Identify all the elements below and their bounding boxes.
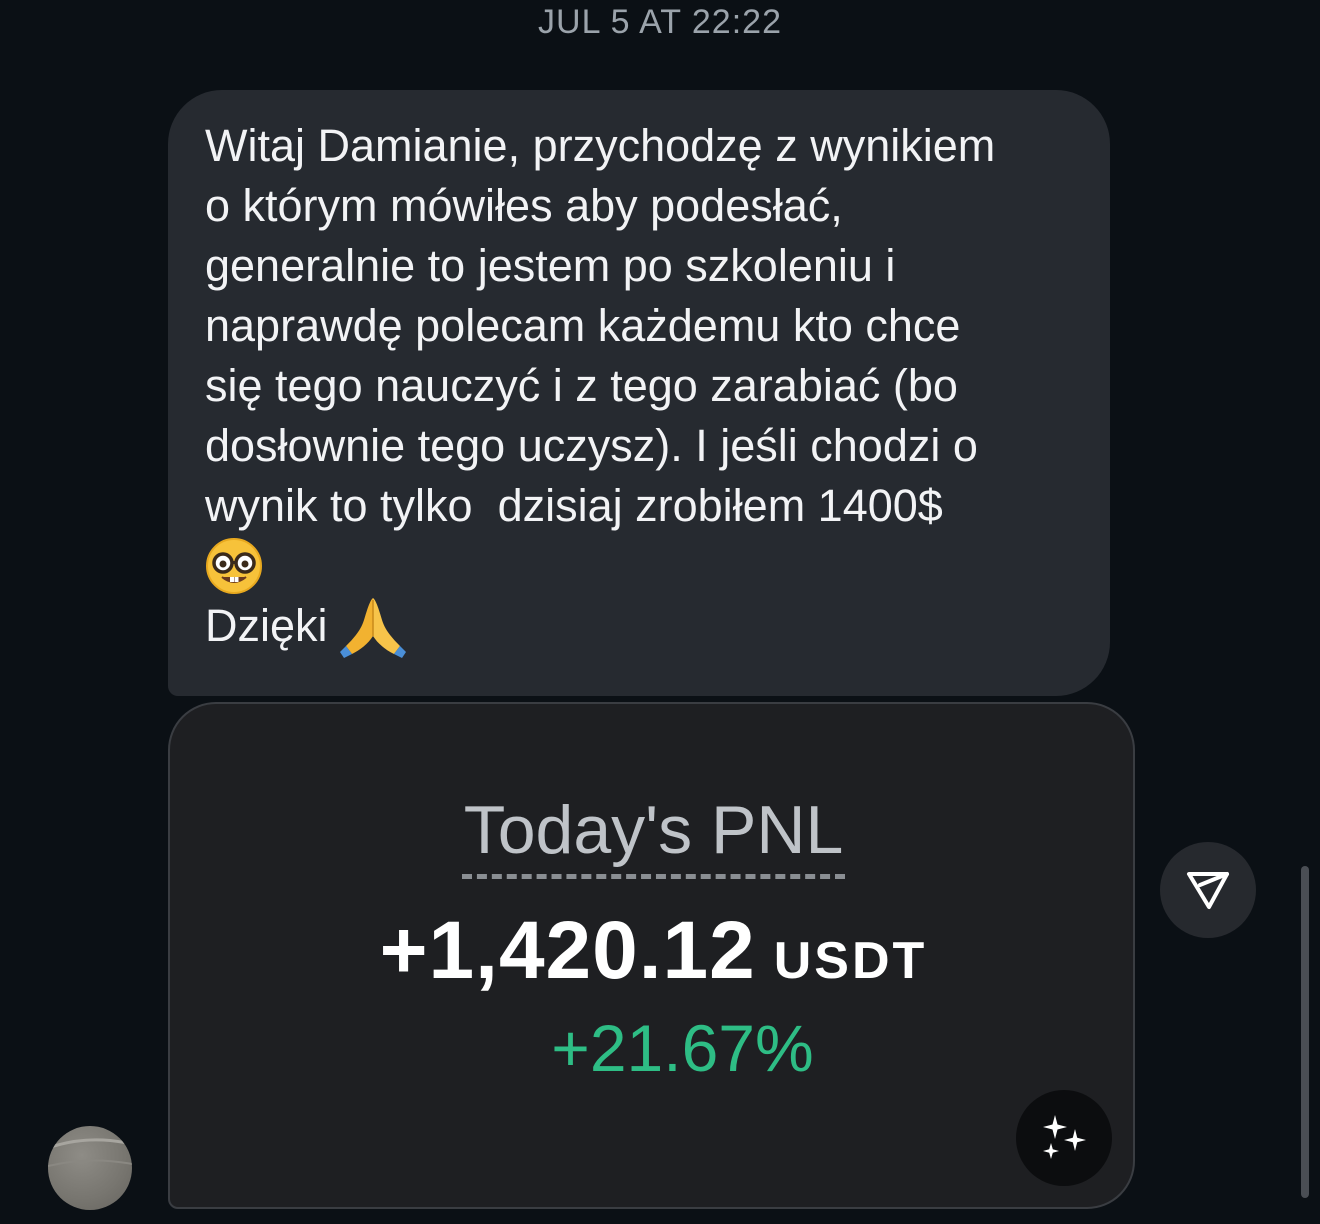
pnl-title-wrap: Today's PNL [170,792,1133,879]
share-button[interactable] [1160,842,1256,938]
message-text-line: Witaj Damianie, przychodzę z wynikiem [205,120,996,171]
message-text-line: dosłownie tego uczysz). I jeśli chodzi o [205,420,978,471]
thanks-row: Dzięki [205,596,1076,658]
message-text-line: generalnie to jestem po szkoleniu i [205,240,896,291]
avatar[interactable] [48,1126,132,1210]
pnl-percent: +21.67% [551,1011,814,1085]
thanks-text: Dzięki [205,600,328,651]
pnl-screenshot-attachment[interactable]: Today's PNL +1,420.12 USDT +21.67% [168,702,1135,1209]
sparkles-button[interactable] [1016,1090,1112,1186]
dm-thread-view: JUL 5 AT 22:22 Witaj Damianie, przychodz… [0,0,1320,1224]
scrollbar[interactable] [1301,866,1309,1198]
pnl-percent-wrap: +21.67% [170,1010,1133,1086]
folded-hands-emoji [339,598,406,658]
avatar-image [48,1138,132,1167]
message-text-line: się tego nauczyć i z tego zarabiać (bo [205,360,958,411]
message-bubble[interactable]: Witaj Damianie, przychodzę z wynikiem o … [168,90,1110,696]
message-timestamp: JUL 5 AT 22:22 [538,3,782,41]
nerd-face-emoji [206,537,262,594]
pnl-amount: +1,420.12 [379,905,756,996]
send-icon [1187,872,1229,909]
emoji-row [205,536,1076,596]
sparkles-icon [1043,1115,1086,1159]
pnl-amount-row: +1,420.12 USDT [170,904,1133,998]
message-text-line: naprawdę polecam każdemu kto chce [205,300,961,351]
pnl-title: Today's PNL [461,792,846,879]
message-text-line: o którym mówiłes aby podesłać, [205,180,843,231]
message-text-line: wynik to tylko dzisiaj zrobiłem 1400$ [205,480,943,531]
pnl-unit: USDT [773,932,928,990]
